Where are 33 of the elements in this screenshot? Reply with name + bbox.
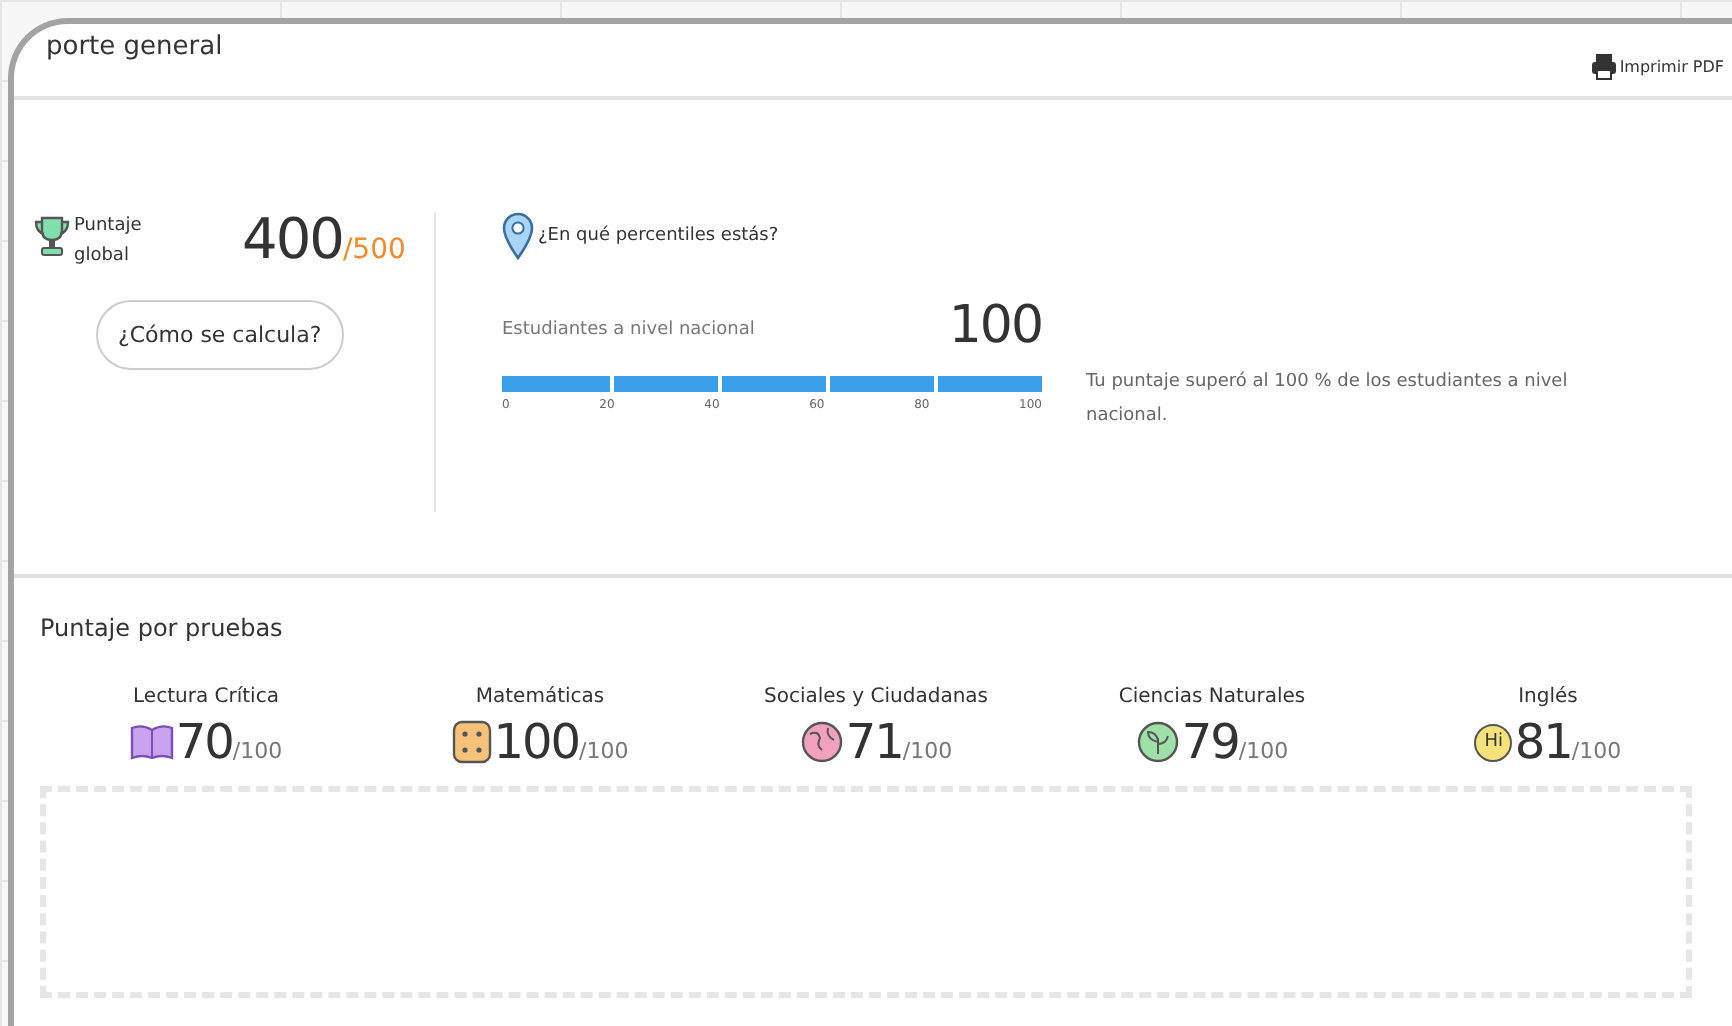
printer-icon xyxy=(1589,52,1618,80)
score-max: /100 xyxy=(902,738,953,764)
group-label: Estudiantes a nivel nacional xyxy=(502,320,755,344)
subject-score: 79 xyxy=(1181,714,1239,770)
subject-score: 70 xyxy=(175,714,233,770)
report-title: porte general xyxy=(46,32,223,62)
subject-name: Inglés xyxy=(1518,686,1578,708)
print-button[interactable]: Imprimir PDF xyxy=(1589,52,1724,80)
subject-name: Ciencias Naturales xyxy=(1118,686,1306,708)
percentile-value: 100 xyxy=(948,296,1042,356)
percentile-description: Tu puntaje superó al 100 % de los estudiantes a nivel nacional. xyxy=(1086,369,1570,430)
subject-name: Matemáticas xyxy=(475,686,605,708)
score-label: Puntaje global xyxy=(74,214,144,270)
trophy-icon xyxy=(34,214,70,258)
subject-name: Sociales y Ciudadanas xyxy=(763,686,988,708)
score-max: /100 xyxy=(579,738,629,764)
global-score: 400 xyxy=(242,206,343,272)
percentile-title: ¿En qué percentiles estás? xyxy=(538,226,779,246)
score-max: /100 xyxy=(1571,738,1622,764)
subject-score: 81 xyxy=(1514,714,1572,770)
score-max: /100 xyxy=(1238,738,1289,764)
plant-icon xyxy=(1135,720,1180,764)
score-max: /500 xyxy=(342,234,406,266)
subject-score: 100 xyxy=(493,714,580,770)
subject-name: Lectura Crítica xyxy=(133,686,279,708)
subject-score: 71 xyxy=(845,714,903,770)
globe-icon xyxy=(799,720,844,764)
speech-bubble-icon: Hi xyxy=(1474,723,1513,761)
section-title: Puntaje por pruebas xyxy=(40,614,285,642)
score-max: /100 xyxy=(232,738,283,764)
how-calculated-button[interactable]: ¿Cómo se calcula? xyxy=(96,300,344,370)
location-pin-icon xyxy=(502,212,534,260)
book-icon xyxy=(129,722,174,762)
